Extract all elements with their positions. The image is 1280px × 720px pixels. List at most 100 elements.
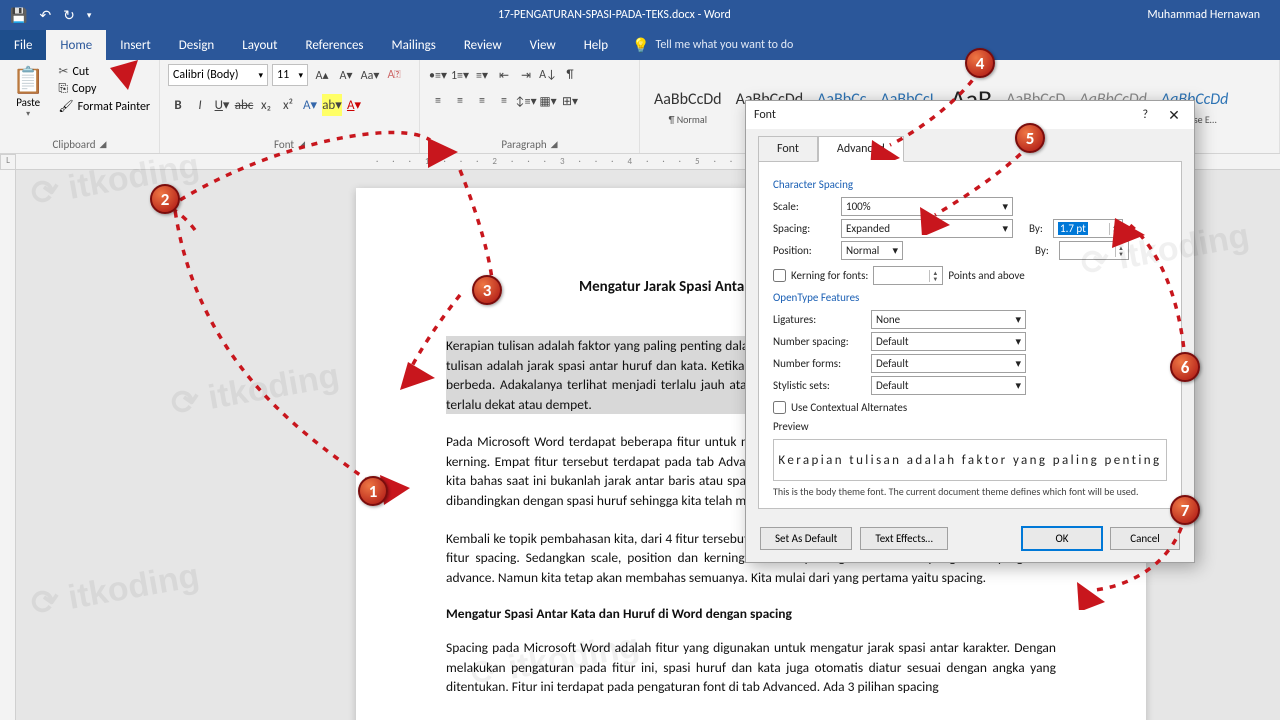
text-effects-button[interactable]: A▾ [300,94,320,116]
show-marks-button[interactable]: ¶ [560,64,580,86]
dialog-tab-font[interactable]: Font [758,136,818,162]
clear-formatting-button[interactable]: A⃠ [384,64,404,86]
bullets-button[interactable]: •≡▾ [428,64,448,86]
stylistic-combo[interactable]: Default▾ [871,376,1026,395]
text-effects-button[interactable]: Text Effects… [860,527,948,550]
save-icon[interactable]: 💾 [10,7,27,24]
annotation-6: 6 [1170,352,1200,382]
dialog-tab-advanced[interactable]: Advanced [818,136,904,162]
justify-button[interactable]: ≡ [494,90,514,112]
kerning-checkbox[interactable] [773,269,786,282]
bold-button[interactable]: B [168,94,188,116]
vertical-ruler[interactable] [0,170,16,720]
tab-mailings[interactable]: Mailings [378,30,450,60]
ok-button[interactable]: OK [1022,527,1102,550]
kerning-size-input[interactable]: ▲▼ [873,266,943,285]
spacing-combo[interactable]: Expanded▾ [841,219,1013,238]
clipboard-launcher-icon[interactable]: ◢ [100,139,107,150]
preview-note: This is the body theme font. The current… [773,485,1167,498]
underline-button[interactable]: U▾ [212,94,232,116]
multilevel-button[interactable]: ≡▾ [472,64,492,86]
chevron-down-icon: ▾ [298,70,303,81]
chevron-down-icon: ▾ [1015,313,1021,326]
titlebar: 💾 ↶ ↻ ▾ 17-PENGATURAN-SPASI-PADA-TEKS.do… [0,0,1280,30]
font-color-button[interactable]: A▾ [344,94,364,116]
tab-view[interactable]: View [516,30,570,60]
shading-button[interactable]: ▦▾ [538,90,558,112]
chevron-down-icon: ▾ [1015,357,1021,370]
annotation-1: 1 [358,476,388,506]
borders-button[interactable]: ⊞▾ [560,90,580,112]
font-launcher-icon[interactable]: ◢ [298,139,305,150]
chevron-down-icon: ▾ [26,109,30,119]
align-center-button[interactable]: ≡ [450,90,470,112]
paragraph-launcher-icon[interactable]: ◢ [551,139,558,150]
shrink-font-button[interactable]: A▾ [336,64,356,86]
annotation-5: 5 [1015,123,1045,153]
num-forms-combo[interactable]: Default▾ [871,354,1026,373]
preview-section: Preview [773,420,1167,433]
scale-combo[interactable]: 100%▾ [841,197,1013,216]
tab-help[interactable]: Help [570,30,622,60]
subscript-button[interactable]: x₂ [256,94,276,116]
paste-button[interactable]: 📋 Paste ▾ [8,64,48,119]
font-name-combo[interactable]: Calibri (Body)▾ [168,64,268,86]
qat-dropdown-icon[interactable]: ▾ [87,10,92,21]
clipboard-group-label: Clipboard [53,138,96,151]
close-icon[interactable]: ✕ [1162,107,1186,124]
tab-insert[interactable]: Insert [106,30,165,60]
highlight-button[interactable]: ab▾ [322,94,342,116]
help-icon[interactable]: ? [1142,108,1148,122]
doc-paragraph[interactable]: Spacing pada Microsoft Word adalah fitur… [446,638,1056,697]
redo-icon[interactable]: ↻ [63,7,75,24]
copy-button[interactable]: ⎘Copy [58,82,150,96]
tell-me-search[interactable]: 💡 Tell me what you want to do [622,30,803,60]
undo-icon[interactable]: ↶ [39,7,51,24]
tab-design[interactable]: Design [165,30,228,60]
by-label: By: [1029,222,1047,235]
contextual-alt-checkbox[interactable] [773,401,786,414]
position-combo[interactable]: Normal▾ [841,241,903,260]
document-title: 17-PENGATURAN-SPASI-PADA-TEKS.docx - Wor… [101,8,1127,22]
chevron-down-icon: ▾ [892,244,898,257]
font-size-combo[interactable]: 11▾ [272,64,308,86]
spacing-by-input[interactable]: 1.7 pt▲▼ [1053,219,1123,238]
strikethrough-button[interactable]: abc [234,94,254,116]
set-default-button[interactable]: Set As Default [760,527,852,550]
align-right-button[interactable]: ≡ [472,90,492,112]
numbering-button[interactable]: 1≡▾ [450,64,470,86]
style-normal[interactable]: AaBbCcDd¶ Normal [654,90,722,126]
inc-indent-button[interactable]: ⇥ [516,64,536,86]
line-spacing-button[interactable]: ↕≡▾ [516,90,536,112]
tab-references[interactable]: References [292,30,378,60]
sort-button[interactable]: A↓ [538,64,558,86]
tab-layout[interactable]: Layout [228,30,291,60]
font-dialog: Font ? ✕ Font Advanced Character Spacing… [745,100,1195,563]
num-spacing-combo[interactable]: Default▾ [871,332,1026,351]
format-painter-button[interactable]: 🖌Format Painter [58,99,150,114]
tab-home[interactable]: Home [46,30,106,60]
dec-indent-button[interactable]: ⇤ [494,64,514,86]
tab-file[interactable]: File [0,30,46,60]
change-case-button[interactable]: Aa▾ [360,64,380,86]
italic-button[interactable]: I [190,94,210,116]
ligatures-label: Ligatures: [773,313,865,326]
paragraph-group-label: Paragraph [501,138,546,151]
preview-box: Kerapian tulisan adalah faktor yang pali… [773,439,1167,481]
stylistic-label: Stylistic sets: [773,379,865,392]
superscript-button[interactable]: x² [278,94,298,116]
cancel-button[interactable]: Cancel [1110,527,1180,550]
ligatures-combo[interactable]: None▾ [871,310,1026,329]
by-label2: By: [1035,244,1053,257]
align-left-button[interactable]: ≡ [428,90,448,112]
tell-me-label: Tell me what you want to do [656,38,794,52]
kerning-label: Kerning for fonts: [791,269,868,282]
spinner-icon: ▲▼ [1115,245,1124,257]
annotation-7: 7 [1170,495,1200,525]
doc-subheading: Mengatur Spasi Antar Kata dan Huruf di W… [446,605,1056,622]
grow-font-button[interactable]: A▴ [312,64,332,86]
tab-review[interactable]: Review [450,30,516,60]
user-name: Muhammad Hernawan [1127,8,1280,22]
position-by-input[interactable]: ▲▼ [1059,241,1129,260]
cut-button[interactable]: ✂Cut [58,64,150,79]
